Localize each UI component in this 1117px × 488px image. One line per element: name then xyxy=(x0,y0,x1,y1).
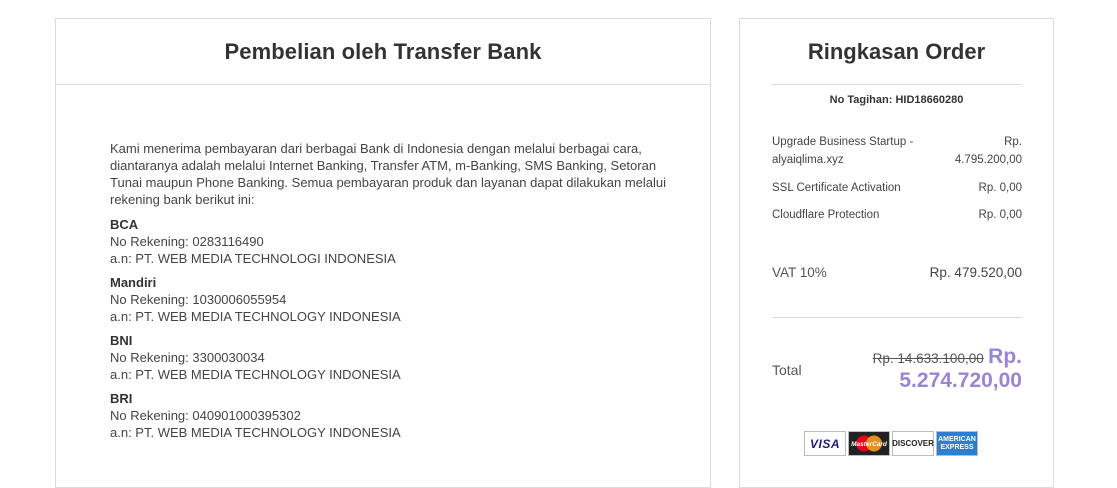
line-item: Cloudflare Protection Rp. 0,00 xyxy=(772,206,1022,224)
line-item-amount: Rp. 4.795.200,00 xyxy=(954,136,1022,166)
order-summary-panel: Ringkasan Order No Tagihan: HID18660280 … xyxy=(739,18,1054,488)
bank-account-number: No Rekening: 0283116490 xyxy=(110,234,264,249)
line-item-amount: Rp. 0,00 xyxy=(978,182,1022,194)
line-item: Upgrade Business Startup - alyaiqlima.xy… xyxy=(772,133,1022,169)
bank-account-number: No Rekening: 3300030034 xyxy=(110,350,265,365)
visa-icon: VISA xyxy=(804,431,846,456)
line-item-amount: Rp. 0,00 xyxy=(978,209,1022,221)
total-amounts: Rp. 14.633.100,00 Rp. 5.274.720,00 xyxy=(802,346,1022,394)
mastercard-icon: MasterCard xyxy=(848,431,890,456)
bank-transfer-header: Pembelian oleh Transfer Bank xyxy=(56,19,710,85)
bank-account-holder: a.n: PT. WEB MEDIA TECHNOLOGY INDONESIA xyxy=(110,425,401,440)
bank-item-bni: BNI No Rekening: 3300030034 a.n: PT. WEB… xyxy=(110,332,670,383)
bank-account-number: No Rekening: 1030006055954 xyxy=(110,292,287,307)
bank-account-number: No Rekening: 040901000395302 xyxy=(110,408,301,423)
bank-transfer-panel: Pembelian oleh Transfer Bank Kami meneri… xyxy=(55,18,711,488)
vat-amount: Rp. 479.520,00 xyxy=(929,265,1022,280)
vat-label: VAT 10% xyxy=(772,265,827,280)
bank-item-bca: BCA No Rekening: 0283116490 a.n: PT. WEB… xyxy=(110,216,670,267)
discover-icon: DISCOVER xyxy=(892,431,934,456)
bank-account-holder: a.n: PT. WEB MEDIA TECHNOLOGI INDONESIA xyxy=(110,251,396,266)
invoice-number: No Tagihan: HID18660280 xyxy=(829,94,964,106)
bank-list: BCA No Rekening: 0283116490 a.n: PT. WEB… xyxy=(110,216,670,448)
vat-row: VAT 10% Rp. 479.520,00 xyxy=(772,265,1022,280)
bank-item-mandiri: Mandiri No Rekening: 1030006055954 a.n: … xyxy=(110,274,670,325)
bank-item-bri: BRI No Rekening: 040901000395302 a.n: PT… xyxy=(110,390,670,441)
total-row: Total Rp. 14.633.100,00 Rp. 5.274.720,00 xyxy=(772,346,1022,394)
bank-name: BCA xyxy=(110,217,139,232)
order-summary-title: Ringkasan Order xyxy=(807,39,986,64)
divider xyxy=(772,317,1022,318)
bank-transfer-intro: Kami menerima pembayaran dari berbagai B… xyxy=(110,141,667,207)
payment-cards: VISA MasterCard DISCOVER AMERICAN EXPRES… xyxy=(804,431,978,456)
line-item-description: SSL Certificate Activation xyxy=(772,182,901,194)
bank-name: BRI xyxy=(110,391,133,406)
bank-name: BNI xyxy=(110,333,133,348)
line-item-description: Cloudflare Protection xyxy=(772,209,880,221)
divider xyxy=(772,84,1022,85)
amex-icon: AMERICAN EXPRESS xyxy=(936,431,978,456)
original-total-price: Rp. 14.633.100,00 xyxy=(872,351,984,366)
bank-name: Mandiri xyxy=(110,275,157,290)
line-item: SSL Certificate Activation Rp. 0,00 xyxy=(772,179,1022,197)
bank-transfer-title: Pembelian oleh Transfer Bank xyxy=(224,38,542,64)
bank-account-holder: a.n: PT. WEB MEDIA TECHNOLOGY INDONESIA xyxy=(110,309,401,324)
total-label: Total xyxy=(772,362,802,378)
bank-account-holder: a.n: PT. WEB MEDIA TECHNOLOGY INDONESIA xyxy=(110,367,401,382)
svg-text:MasterCard: MasterCard xyxy=(851,441,888,448)
line-item-description: Upgrade Business Startup - alyaiqlima.xy… xyxy=(772,136,914,166)
